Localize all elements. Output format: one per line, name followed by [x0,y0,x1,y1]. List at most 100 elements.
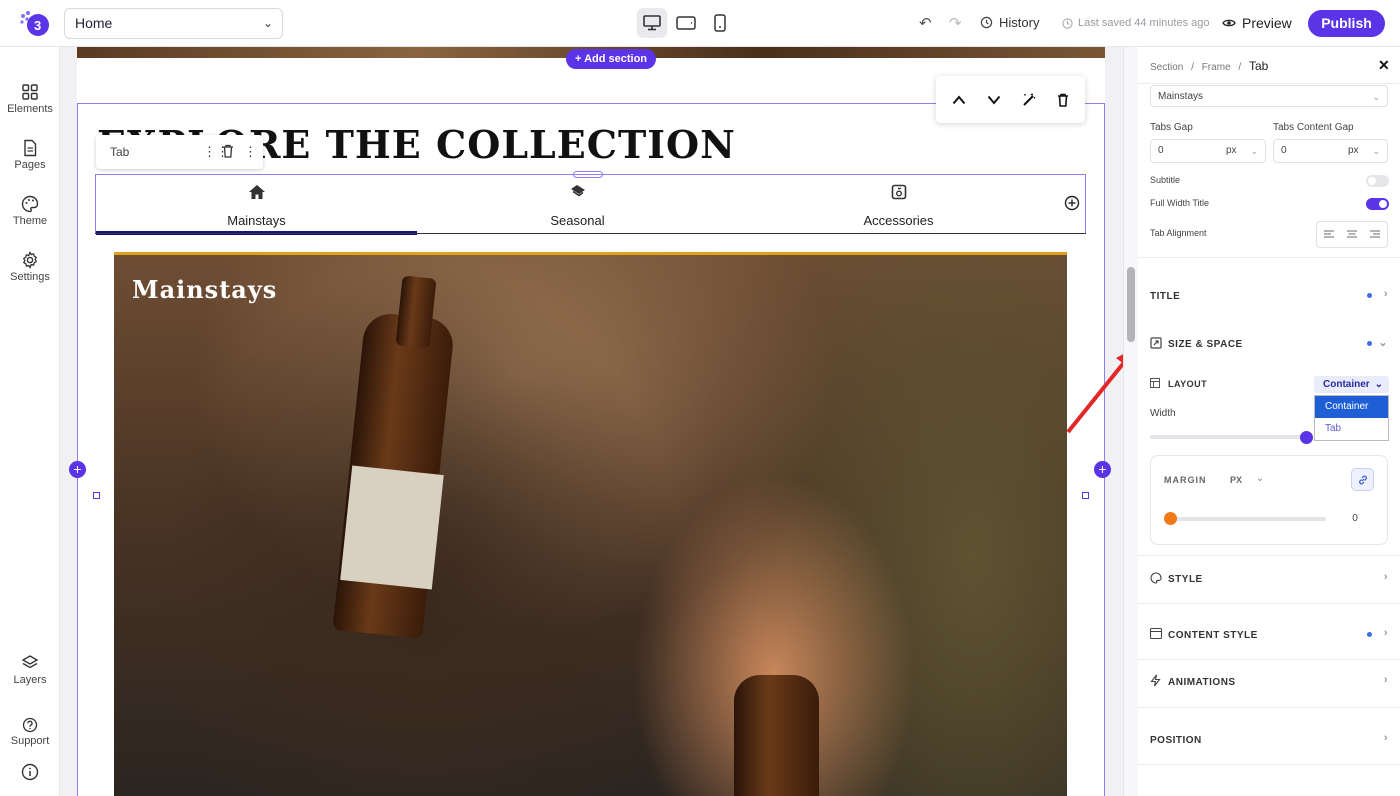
tabs-gap-value: 0 [1158,145,1164,156]
move-up-icon[interactable] [952,94,966,105]
redo-icon[interactable]: ↷ [949,14,962,32]
tabs-divider [95,233,1086,234]
box-icon [738,184,1059,205]
close-icon[interactable]: ✕ [1378,57,1390,74]
breadcrumb-section[interactable]: Section [1150,62,1183,73]
sidebar-item-label: Pages [14,159,46,171]
chevron-right-icon: › [1383,571,1388,583]
tabs-bar: Mainstays Seasonal Accessories [95,174,1086,235]
page-select[interactable]: Home ⌄ [64,8,283,39]
tab-alignment-group [1316,221,1388,248]
align-center-icon[interactable] [1346,229,1358,240]
tabs-content-gap-input[interactable]: 0 px ⌄ [1273,139,1388,163]
tabs-gap-unit[interactable]: px [1226,140,1237,162]
section-content-style-label: CONTENT STYLE [1168,629,1258,641]
tab-label: Mainstays [227,213,286,228]
tab-content-title[interactable]: Mainstays [132,275,277,304]
tabs-content-gap-unit[interactable]: px [1348,140,1359,162]
mobile-view-button[interactable] [705,8,735,38]
help-icon [22,717,38,733]
add-tab-icon[interactable] [1064,195,1080,211]
scroll-thumb[interactable] [1127,267,1135,342]
subtitle-label: Subtitle [1150,175,1181,185]
chevron-down-icon: ⌄ [1250,146,1258,156]
undo-icon[interactable]: ↶ [919,14,932,32]
link-values-button[interactable] [1351,468,1374,491]
section-toolbar [936,76,1085,123]
full-width-title-label: Full Width Title [1150,198,1210,208]
subtitle-toggle[interactable] [1366,175,1389,187]
chevron-down-icon: ⌄ [1378,337,1388,349]
properties-panel: Section / Frame / Tab ✕ Mainstays ⌄ Tabs… [1138,47,1400,796]
tab-mainstays[interactable]: Mainstays [96,175,417,235]
tabs-gap-input[interactable]: 0 px ⌄ [1150,139,1266,163]
tab-accessories[interactable]: Accessories [738,175,1059,234]
align-left-icon[interactable] [1323,229,1335,240]
margin-value-input[interactable]: 0 [1336,507,1374,530]
margin-slider-track[interactable] [1169,517,1326,521]
add-section-button[interactable]: + Add section [566,49,657,69]
tab-label: Seasonal [550,213,605,228]
section-title-row[interactable]: TITLE › [1150,286,1390,306]
section-size-space-label: SIZE & SPACE [1168,338,1243,350]
resize-handle-right[interactable] [1082,492,1089,499]
tablet-view-button[interactable] [671,8,701,38]
sidebar-item-pages[interactable]: Pages [0,139,60,171]
sidebar-item-label: Theme [12,215,48,227]
move-down-icon[interactable] [987,95,1001,105]
desktop-view-button[interactable] [637,8,667,38]
width-slider-track[interactable] [1150,435,1308,439]
width-slider-knob[interactable] [1300,431,1313,444]
lightning-icon [1150,674,1168,690]
trash-icon[interactable] [222,144,234,161]
page-preview: + Add section EXPLORE THE COLLECTION Tab… [77,47,1105,796]
tab-seasonal[interactable]: Seasonal [417,175,738,234]
sidebar-item-settings[interactable]: Settings [0,251,60,283]
layout-icon [1150,378,1168,390]
add-left-button[interactable]: + [69,461,86,478]
magic-wand-icon[interactable] [1022,93,1036,107]
tab-select[interactable]: Mainstays ⌄ [1150,85,1388,107]
align-right-icon[interactable] [1369,229,1381,240]
tab-content-image[interactable]: Mainstays [114,252,1067,796]
add-right-button[interactable]: + [1094,461,1111,478]
section-size-space-row[interactable]: SIZE & SPACE ⌄ [1150,334,1390,354]
sidebar-item-label: Layers [13,674,47,686]
sidebar-item-support[interactable]: Support [0,717,60,747]
mobile-icon [714,14,726,32]
divider [1138,83,1400,84]
layout-dropdown[interactable]: Container ⌄ [1314,376,1389,393]
app-logo[interactable]: 3 [18,10,52,38]
trash-icon[interactable] [1057,93,1069,107]
divider [1138,555,1400,556]
section-content-style-row[interactable]: CONTENT STYLE › [1150,625,1390,645]
history-button[interactable]: History [980,15,1039,30]
section-position-row[interactable]: POSITION › [1150,730,1390,750]
preview-button[interactable]: Preview [1222,15,1292,31]
margin-unit[interactable]: PX [1230,475,1242,485]
canvas-scrollbar[interactable] [1123,47,1138,796]
palette-icon [1150,571,1168,587]
divider [1138,707,1400,708]
section-style-row[interactable]: STYLE › [1150,569,1390,589]
page-icon [24,139,37,157]
info-button[interactable] [0,763,60,783]
resize-handle-left[interactable] [93,492,100,499]
sidebar-item-theme[interactable]: Theme [0,195,60,227]
section-animations-row[interactable]: ANIMATIONS › [1150,672,1390,692]
publish-button[interactable]: Publish [1308,10,1385,37]
sidebar-item-elements[interactable]: Elements [0,83,60,115]
sidebar-item-layers[interactable]: Layers [0,654,60,686]
breadcrumb-tab: Tab [1248,59,1269,73]
breadcrumb-frame[interactable]: Frame [1202,62,1231,73]
svg-text:3: 3 [34,18,41,33]
more-vertical-icon[interactable]: ⋮ [244,144,257,160]
margin-slider-knob[interactable] [1164,512,1177,525]
layout-option-tab[interactable]: Tab [1315,418,1388,440]
modified-dot [1367,293,1372,298]
divider [1138,659,1400,660]
layout-dropdown-value: Container [1323,379,1370,390]
tabs-content-gap-label: Tabs Content Gap [1273,122,1354,133]
full-width-title-toggle[interactable] [1366,198,1389,210]
layout-option-container[interactable]: Container [1315,396,1388,418]
